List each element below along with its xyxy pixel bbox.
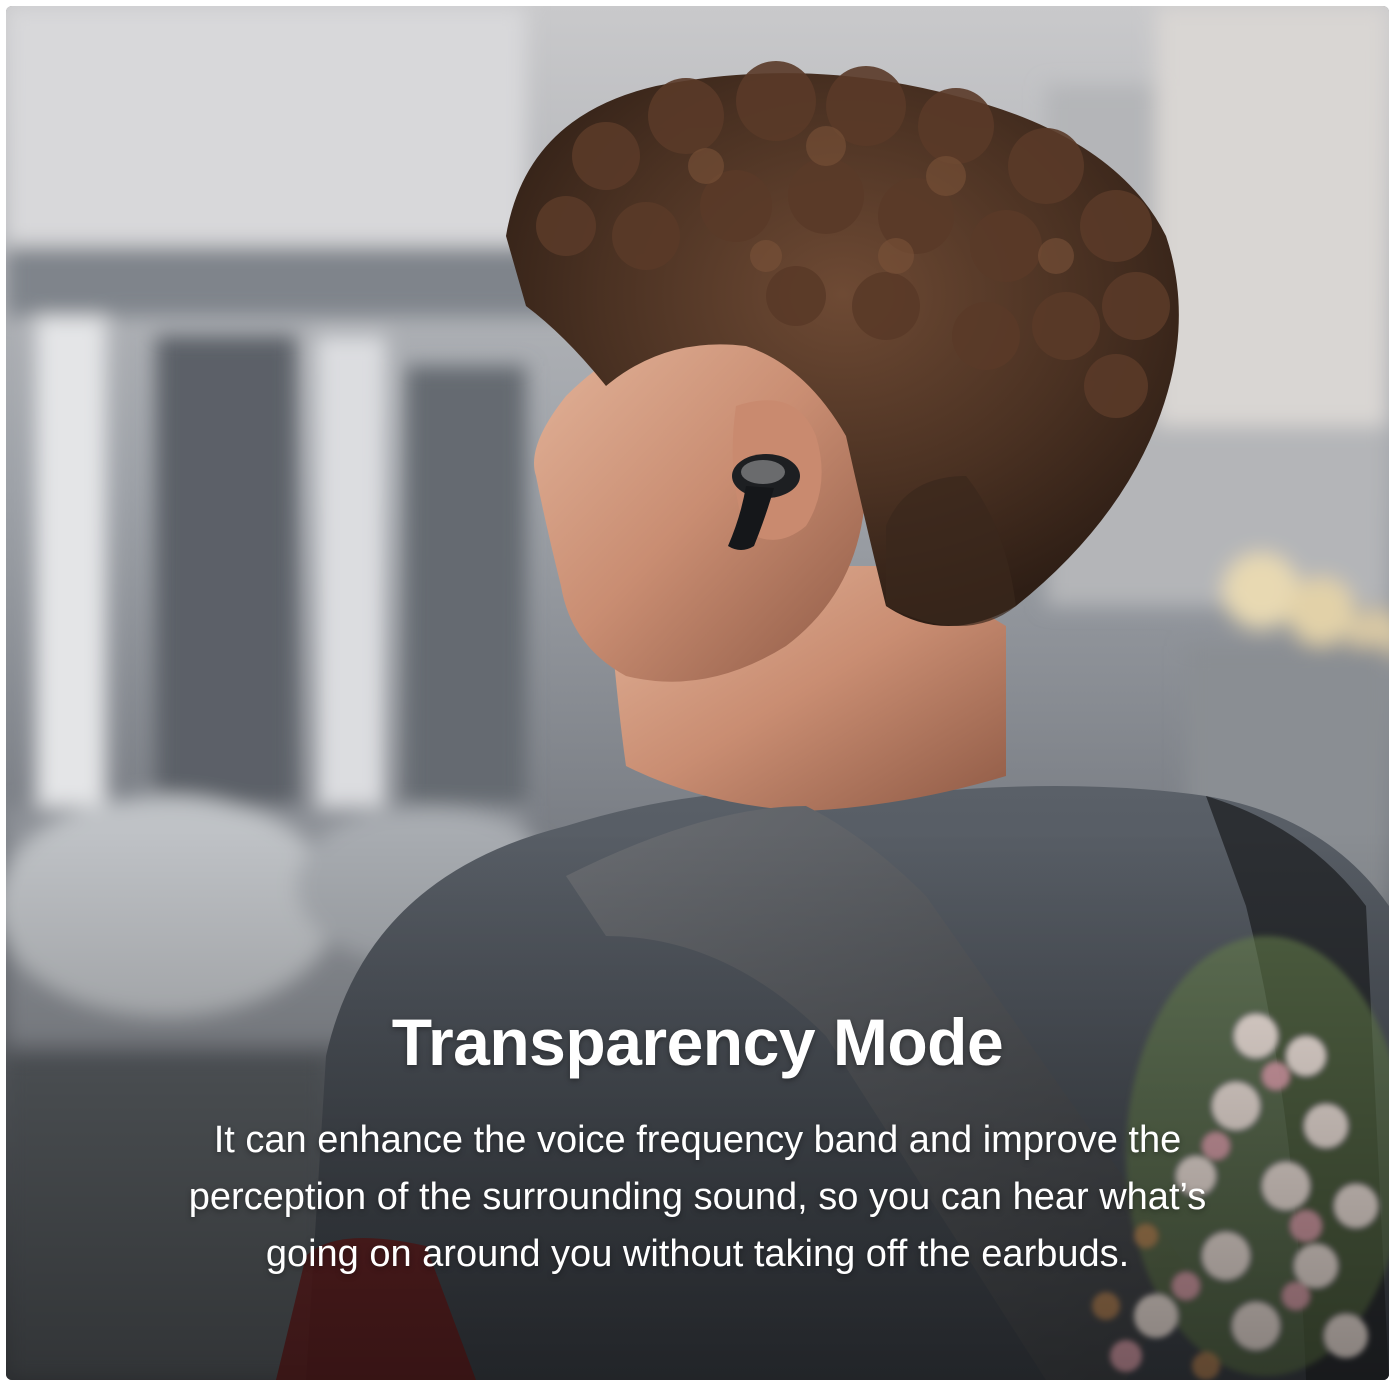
product-feature-card: Transparency Mode It can enhance the voi… bbox=[0, 0, 1395, 1382]
description-line: It can enhance the voice frequency band … bbox=[213, 1119, 1182, 1161]
feature-title: Transparency Mode bbox=[391, 1005, 1004, 1079]
description-line: going on around you without taking off t… bbox=[265, 1233, 1130, 1275]
feature-description: It can enhance the voice frequency band … bbox=[60, 1112, 1335, 1283]
description-line: perception of the surrounding sound, so … bbox=[188, 1176, 1207, 1218]
